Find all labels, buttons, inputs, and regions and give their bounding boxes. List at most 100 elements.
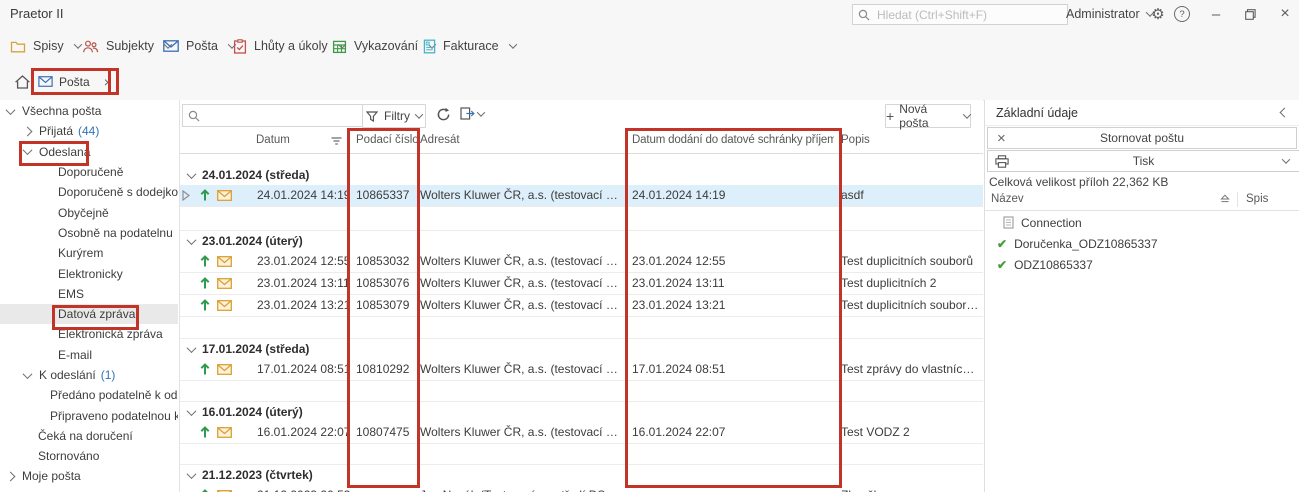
column-header-podaci-cislo[interactable]: Podací číslo [356,134,419,146]
sidebar-item-stornovano[interactable]: Stornováno [0,446,178,466]
attachment-row[interactable]: ✔ Doručenka_ODZ10865337 [985,233,1299,254]
group-header[interactable]: 21.12.2023 (čtvrtek) [180,465,983,485]
app-window: Praetor II Administrator ⚙ ? – × Spisy [0,0,1299,492]
search-icon [188,110,200,122]
group-expander-icon [187,235,197,245]
column-header-nazev[interactable]: Název [991,193,1024,205]
document-icon [1003,216,1014,229]
column-divider [1237,192,1238,207]
calendar-icon [332,39,347,54]
column-header-datum-dodani[interactable]: Datum dodání do datové schránky příjemce [632,134,834,146]
outgoing-arrow-icon [200,426,210,439]
menu-item-subjekty[interactable]: Subjekty [82,28,171,64]
column-header-adresat[interactable]: Adresát [420,134,460,146]
tab-bar: Pošta × [0,64,1299,100]
filters-button[interactable]: Filtry [362,104,426,128]
group-expander-icon [187,169,197,179]
envelope-icon [38,76,53,87]
global-search-input[interactable] [875,7,1062,23]
table-row[interactable]: 23.01.2024 13:21 10853079 Wolters Kluwer… [180,295,983,317]
invoice-icon [423,39,436,54]
menu-label: Spisy [33,39,64,53]
sidebar-item-elektronicka-zprava[interactable]: Elektronická zpráva [0,324,178,344]
plus-icon: + [886,109,894,123]
column-header-datum[interactable]: Datum [256,134,290,146]
close-icon: × [1280,5,1289,23]
menu-item-vykazovani[interactable]: Vykazování [332,28,435,64]
table-row[interactable]: 23.01.2024 13:11 10853076 Wolters Kluwer… [180,273,983,295]
group-header[interactable]: 16.01.2024 (úterý) [180,402,983,422]
check-icon: ✔ [997,259,1007,271]
cancel-mail-button[interactable]: × Stornovat poštu [987,127,1297,149]
sidebar-item-pripraveno-podatelnou[interactable]: Připraveno podatelnou k [0,405,178,425]
outgoing-arrow-icon [200,277,210,290]
tab-posta[interactable]: Pošta × [31,68,119,95]
printer-icon [995,155,1009,168]
sidebar-item-ceka-na-doruceni[interactable]: Čeká na doručení [0,426,178,446]
table-row[interactable]: 24.01.2024 14:19 10865337 Wolters Kluwer… [180,185,983,207]
chevron-down-icon [508,40,516,48]
sidebar-item-vsechna-posta[interactable]: Všechna pošta [0,101,178,121]
outgoing-arrow-icon [200,255,210,268]
global-search[interactable] [852,4,1068,25]
group-header[interactable]: 24.01.2024 (středa) [180,165,983,185]
group-header[interactable]: 17.01.2024 (středa) [180,339,983,359]
sidebar-item-kuryrem[interactable]: Kurýrem [0,243,178,263]
column-header-spis[interactable]: Spis [1246,193,1268,205]
search-icon [858,9,870,21]
sidebar-item-doporucene-s-dodejkou[interactable]: Doporučeně s dodejkou [0,182,178,202]
menu-item-fakturace[interactable]: Fakturace [423,28,516,64]
row-expander-icon[interactable] [182,190,190,201]
group-expander-icon [187,469,197,479]
tab-close-icon[interactable]: × [104,75,112,89]
table-row[interactable]: 21.12.2023 20:53 Jan Novák (Testovací pr… [180,485,983,492]
outgoing-arrow-icon [200,363,210,376]
table-search[interactable] [182,104,365,127]
menu-item-posta[interactable]: Pošta [163,28,235,64]
print-button[interactable]: Tisk [987,150,1299,172]
sidebar-item-datova-zprava[interactable]: Datová zpráva [0,304,178,324]
collapse-panel-icon[interactable] [1280,108,1290,118]
attachment-row[interactable]: ✔ ODZ10865337 [985,254,1299,275]
menu-item-spisy[interactable]: Spisy [10,28,81,64]
table-row[interactable]: 23.01.2024 12:55 10853032 Wolters Kluwer… [180,251,983,273]
group-expander-icon [187,406,197,416]
settings-button[interactable]: ⚙ [1146,0,1170,28]
table-search-input[interactable] [205,108,359,124]
sidebar-item-elektronicky[interactable]: Elektronicky [0,263,178,283]
table-row[interactable]: 16.01.2024 22:07 10807475 Wolters Kluwer… [180,422,983,444]
tab-label: Pošta [59,75,90,89]
user-menu[interactable]: Administrator [1066,0,1153,28]
new-mail-button[interactable]: + Nová pošta [885,104,971,128]
sidebar-item-osobne-na-podatelnu[interactable]: Osobně na podatelnu [0,223,178,243]
export-button[interactable] [460,107,484,120]
column-header-popis[interactable]: Popis [841,134,870,146]
folder-icon [10,39,26,54]
sidebar-item-k-odeslani[interactable]: K odeslání(1) [0,365,178,385]
minimize-button[interactable]: – [1204,0,1228,28]
menu-bar: Spisy Subjekty Pošta Lhůty a úkoly Vykaz [0,28,1299,64]
close-button[interactable]: × [1273,0,1297,28]
sidebar-item-ems[interactable]: EMS [0,284,178,304]
help-button[interactable]: ? [1170,0,1194,28]
refresh-button[interactable] [436,107,451,122]
sidebar-item-e-mail[interactable]: E-mail [0,345,178,365]
sidebar-item-predano-podatelne[interactable]: Předáno podatelně k od [0,385,178,405]
refresh-icon [436,107,451,122]
menu-label: Lhůty a úkoly [254,39,328,53]
table-row[interactable]: 17.01.2024 08:51 10810292 Wolters Kluwer… [180,359,983,381]
chevron-down-icon [73,40,81,48]
sidebar-item-moje-posta[interactable]: Moje pošta [0,466,178,486]
outgoing-arrow-icon [200,299,210,312]
group-header[interactable]: 23.01.2024 (úterý) [180,231,983,251]
menu-item-lhuty-a-ukoly[interactable]: Lhůty a úkoly [233,28,345,64]
home-tab[interactable] [14,70,31,94]
sidebar-item-obycejne[interactable]: Obyčejně [0,202,178,222]
filter-active-icon[interactable] [331,137,342,145]
group-expander-icon [187,343,197,353]
maximize-button[interactable] [1238,0,1262,28]
sidebar-item-doporucene[interactable]: Doporučeně [0,162,178,182]
sidebar-item-odeslana[interactable]: Odeslaná [0,142,178,162]
attachment-row[interactable]: Connection [985,212,1299,233]
sidebar-item-prijata[interactable]: Přijatá(44) [0,121,178,141]
